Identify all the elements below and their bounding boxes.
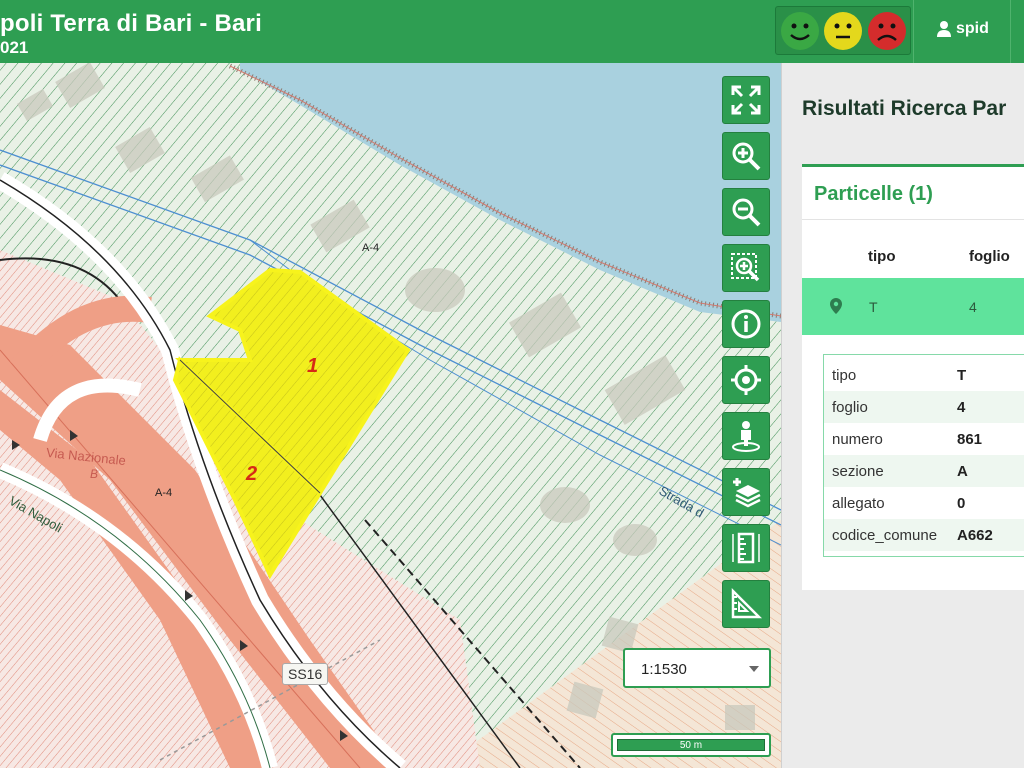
zoom-in-icon xyxy=(732,142,761,171)
zoom-out-icon xyxy=(732,198,761,227)
app-title: poli Terra di Bari - Bari xyxy=(0,10,262,37)
detail-value: 861 xyxy=(957,431,983,448)
zoom-in-button[interactable] xyxy=(722,132,770,180)
zone-label-a4-top: A-4 xyxy=(362,242,380,254)
layers-add-icon xyxy=(733,478,761,508)
zoom-box-icon xyxy=(731,253,760,282)
app-subtitle: 021 xyxy=(0,38,29,57)
zoom-out-button[interactable] xyxy=(722,188,770,236)
parcel-detail-table: tipo T foglio 4 numero 861 sezione A all… xyxy=(823,354,1024,557)
detail-row: tipo T xyxy=(824,359,1024,391)
detail-row: sezione A xyxy=(824,455,1024,487)
set-square-icon xyxy=(731,587,763,619)
column-header-foglio[interactable]: foglio xyxy=(969,248,1010,265)
zone-label-a4-left: A-4 xyxy=(155,487,173,499)
detail-key: codice_comune xyxy=(832,527,938,544)
table-row[interactable]: T 4 xyxy=(802,278,1024,335)
detail-key: sezione xyxy=(832,463,884,480)
detail-value: T xyxy=(957,367,967,384)
add-layer-button[interactable] xyxy=(722,468,770,516)
parcel-label-1[interactable]: 1 xyxy=(307,355,318,378)
map-pin-icon[interactable] xyxy=(830,298,842,319)
card-divider xyxy=(802,219,1024,220)
person-pin-icon xyxy=(732,421,760,452)
detail-value: 0 xyxy=(957,495,966,512)
street-view-button[interactable] xyxy=(722,412,770,460)
road-badge-ss16: SS16 xyxy=(282,663,329,685)
measure-length-button[interactable] xyxy=(722,524,770,572)
chevron-down-icon xyxy=(749,666,759,672)
user-icon xyxy=(937,21,951,37)
map-canvas[interactable]: A-4 A-4 Via Nazionale B Via Napoli Strad… xyxy=(0,63,781,768)
happy-face-icon[interactable] xyxy=(780,11,820,51)
detail-key: allegato xyxy=(832,495,885,512)
parcel-label-2[interactable]: 2 xyxy=(246,463,257,486)
detail-value: A xyxy=(957,463,968,480)
detail-row: numero 861 xyxy=(824,423,1024,455)
detail-row: codice_comune A662 xyxy=(824,519,1024,551)
header-divider-right xyxy=(1010,0,1011,63)
ruler-icon xyxy=(732,532,760,564)
user-label: spid xyxy=(956,20,989,37)
scale-bar-label: 50 m xyxy=(617,739,765,751)
locate-icon xyxy=(731,365,761,395)
scale-select-value: 1:1530 xyxy=(641,661,687,678)
zoom-selection-button[interactable] xyxy=(722,244,770,292)
detail-value: A662 xyxy=(957,527,993,544)
row-cell-foglio: 4 xyxy=(969,299,977,315)
detail-key: tipo xyxy=(832,367,857,384)
expand-icon xyxy=(731,85,761,115)
feedback-group xyxy=(775,6,911,55)
sad-face-icon[interactable] xyxy=(867,11,907,51)
detail-row: foglio 4 xyxy=(824,391,1024,423)
panel-title: Risultati Ricerca Par xyxy=(802,97,1007,120)
column-header-tipo[interactable]: tipo xyxy=(868,248,896,265)
scale-bar: 50 m xyxy=(611,733,771,757)
scale-select[interactable]: 1:1530 xyxy=(623,648,771,688)
detail-key: foglio xyxy=(832,399,868,416)
detail-value: 4 xyxy=(957,399,966,416)
road-label-via-nazionale-b: B xyxy=(90,467,99,481)
neutral-face-icon[interactable] xyxy=(823,11,863,51)
particelle-card: Particelle (1) tipo foglio T 4 tipo T fo… xyxy=(802,164,1024,590)
fullscreen-button[interactable] xyxy=(722,76,770,124)
detail-row: allegato 0 xyxy=(824,487,1024,519)
card-title: Particelle (1) xyxy=(814,183,933,205)
app-header: poli Terra di Bari - Bari 021 spid xyxy=(0,0,1024,63)
locate-button[interactable] xyxy=(722,356,770,404)
info-icon xyxy=(731,309,761,339)
results-panel: Risultati Ricerca Par Particelle (1) tip… xyxy=(781,63,1024,768)
detail-key: numero xyxy=(832,431,883,448)
header-divider xyxy=(913,0,914,63)
info-button[interactable] xyxy=(722,300,770,348)
row-cell-tipo: T xyxy=(869,299,878,315)
measure-area-button[interactable] xyxy=(722,580,770,628)
user-login-button[interactable]: spid xyxy=(936,20,989,38)
